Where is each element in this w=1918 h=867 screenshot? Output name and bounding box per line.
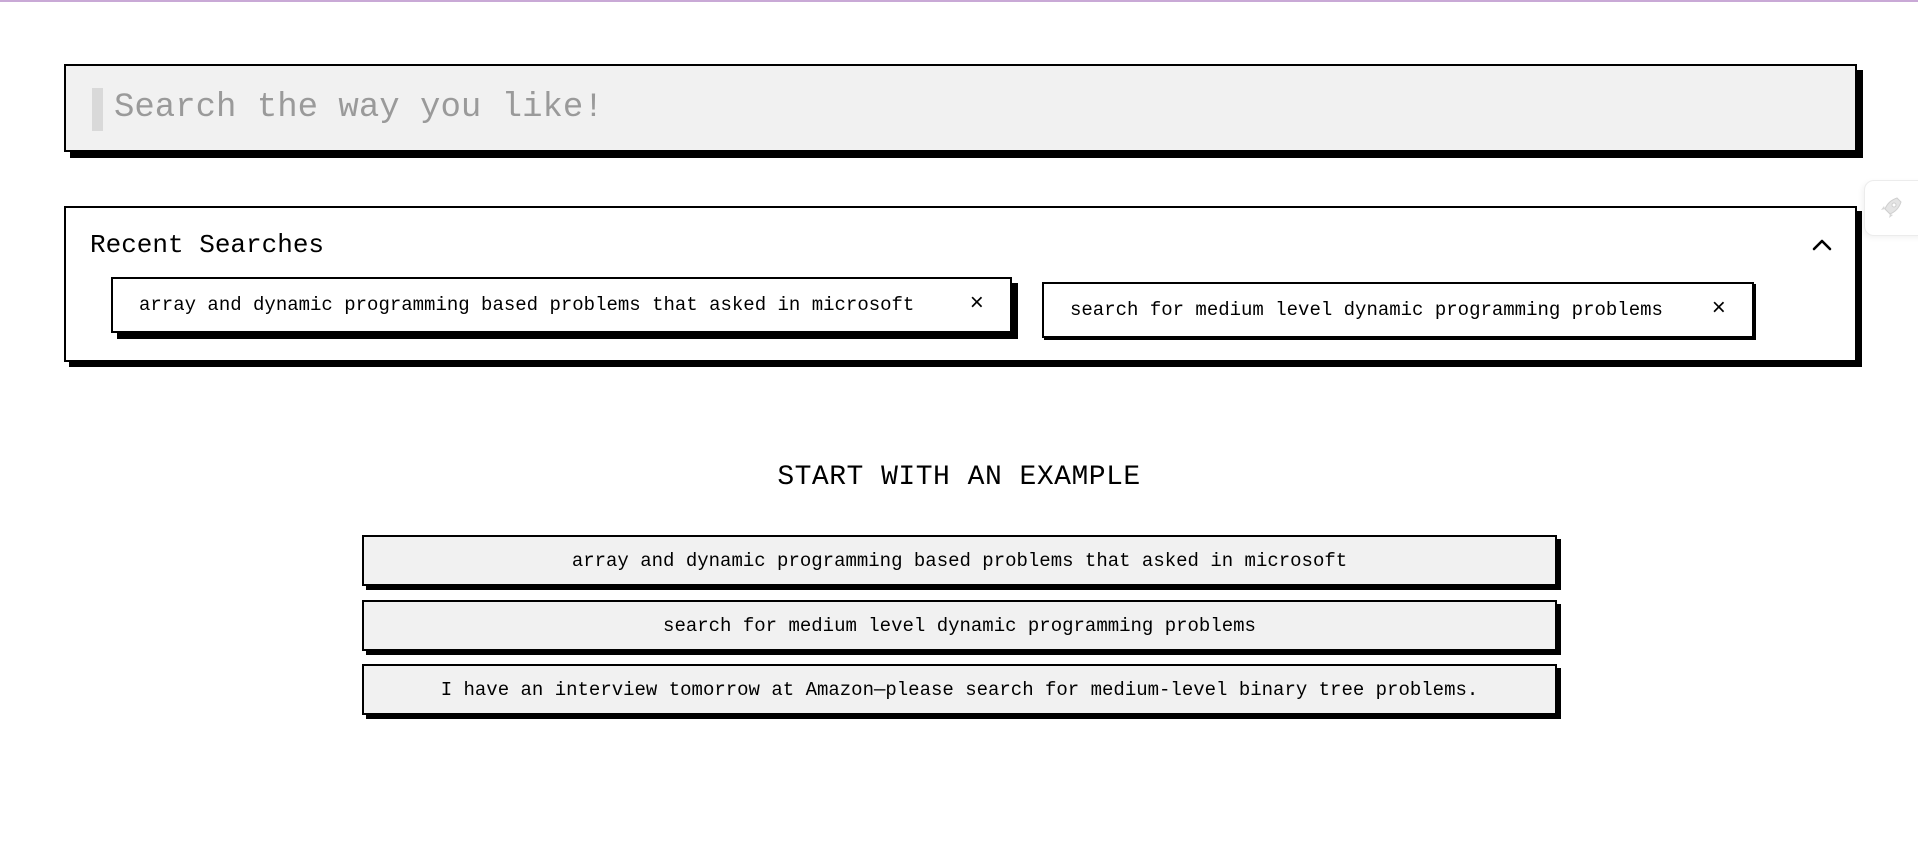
chevron-up-icon [1812, 239, 1832, 251]
recent-searches-title: Recent Searches [90, 230, 325, 260]
example-query-button[interactable]: array and dynamic programming based prob… [362, 535, 1557, 586]
top-accent-line [0, 0, 1918, 2]
example-query-label: search for medium level dynamic programm… [663, 614, 1256, 637]
search-input[interactable] [114, 80, 1814, 136]
search-caret [92, 88, 103, 131]
recent-searches-panel: Recent Searches array and dynamic progra… [64, 206, 1857, 362]
example-query-label: I have an interview tomorrow at Amazon—p… [440, 678, 1479, 701]
collapse-recent-button[interactable] [1807, 230, 1837, 260]
remove-recent-search-icon[interactable]: × [970, 293, 984, 317]
recent-search-label: array and dynamic programming based prob… [139, 294, 915, 316]
search-box[interactable] [64, 64, 1857, 152]
example-query-button[interactable]: search for medium level dynamic programm… [362, 600, 1557, 651]
remove-recent-search-icon[interactable]: × [1712, 298, 1726, 322]
rocket-icon [1881, 197, 1902, 218]
recent-search-chip[interactable]: array and dynamic programming based prob… [111, 277, 1012, 333]
recent-search-chip[interactable]: search for medium level dynamic programm… [1042, 282, 1754, 338]
example-query-button[interactable]: I have an interview tomorrow at Amazon—p… [362, 664, 1557, 715]
examples-heading: START WITH AN EXAMPLE [777, 462, 1141, 493]
recent-search-label: search for medium level dynamic programm… [1070, 299, 1663, 321]
floating-assistant-button[interactable] [1864, 180, 1918, 236]
example-query-label: array and dynamic programming based prob… [571, 549, 1348, 572]
